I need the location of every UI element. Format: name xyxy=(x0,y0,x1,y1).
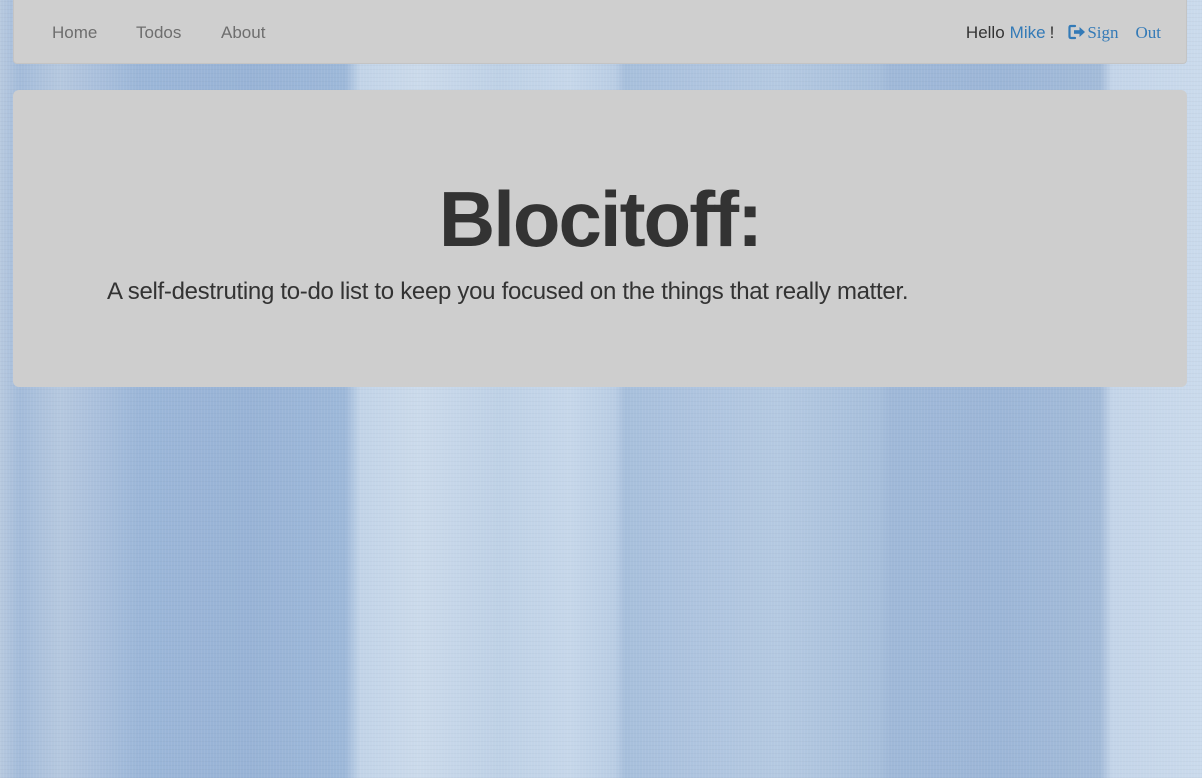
hero-lead: A self-destruting to-do list to keep you… xyxy=(107,278,909,305)
sign-out-link[interactable]: Sign Out xyxy=(1068,22,1161,43)
hero-title: Blocitoff: xyxy=(438,175,763,263)
top-navbar: Home Todos About Hello Mike ! Sign Out xyxy=(13,0,1187,64)
greeting-text: Hello xyxy=(965,23,1005,42)
nav-link-todos[interactable]: Todos xyxy=(136,23,181,43)
nav-link-about[interactable]: About xyxy=(221,23,265,43)
user-name-link[interactable]: Mike xyxy=(1010,23,1046,43)
user-area: Hello Mike ! Sign Out xyxy=(966,22,1161,43)
nav-link-home[interactable]: Home xyxy=(52,23,97,43)
sign-out-label-out[interactable]: Out xyxy=(1136,23,1162,43)
hero-jumbotron: Blocitoff: A self-destruting to-do list … xyxy=(13,90,1187,387)
sign-out-label-sign[interactable]: Sign xyxy=(1087,23,1118,43)
sign-out-icon xyxy=(1068,24,1086,40)
greeting-exclamation: ! xyxy=(1049,23,1055,42)
